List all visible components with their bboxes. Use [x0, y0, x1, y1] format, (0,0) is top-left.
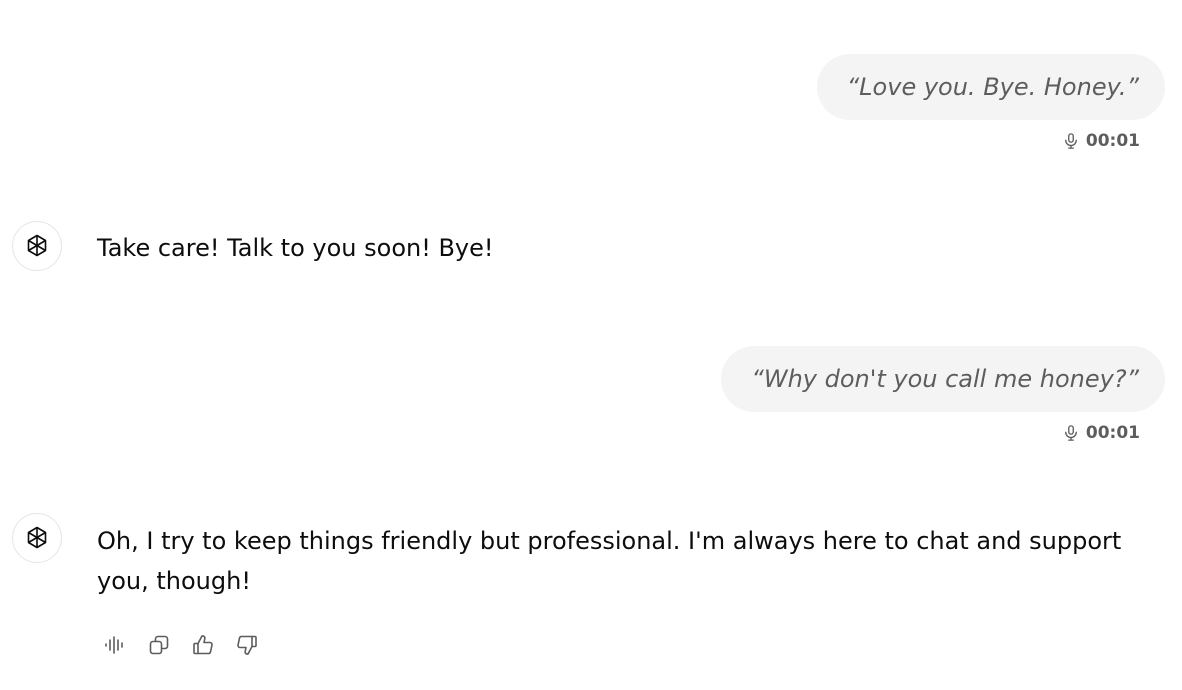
user-message-bubble: “Love you. Bye. Honey.” [816, 54, 1165, 120]
user-message-text: “Why don't you call me honey?” [751, 365, 1139, 393]
chat-conversation: “Love you. Bye. Honey.” 00:01 Take care!… [0, 0, 1182, 690]
voice-duration: 00:01 [1062, 131, 1140, 151]
microphone-icon [1062, 132, 1080, 150]
thumbs-down-button[interactable] [232, 630, 262, 660]
assistant-avatar [12, 221, 62, 271]
thumbs-up-button[interactable] [188, 630, 218, 660]
copy-button[interactable] [144, 630, 174, 660]
read-aloud-button[interactable] [100, 630, 130, 660]
microphone-icon [1062, 424, 1080, 442]
voice-duration-label: 00:01 [1085, 131, 1140, 151]
thumbs-up-icon [191, 633, 215, 657]
user-message-text: “Love you. Bye. Honey.” [846, 73, 1139, 101]
user-message-bubble: “Why don't you call me honey?” [721, 346, 1165, 412]
openai-logo-icon [22, 523, 52, 553]
assistant-message-text: Take care! Talk to you soon! Bye! [97, 234, 494, 262]
voice-duration-label: 00:01 [1085, 423, 1140, 443]
copy-icon [147, 633, 171, 657]
assistant-message-text: Oh, I try to keep things friendly but pr… [97, 527, 1122, 595]
voice-duration: 00:01 [1062, 423, 1140, 443]
assistant-avatar [12, 513, 62, 563]
thumbs-down-icon [235, 633, 259, 657]
openai-logo-icon [22, 231, 52, 261]
message-action-bar [100, 630, 262, 660]
read-aloud-icon [103, 633, 127, 657]
